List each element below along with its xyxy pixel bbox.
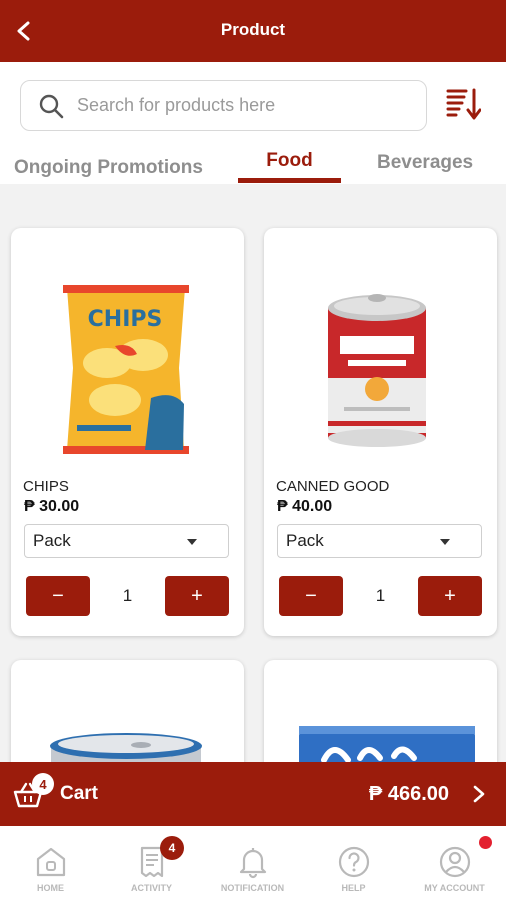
product-name: CANNED GOOD [276, 478, 390, 495]
caret-down-icon [187, 539, 197, 545]
nav-home[interactable]: HOME [0, 826, 101, 900]
unit-select[interactable]: Pack [24, 524, 229, 558]
activity-count-badge: 4 [160, 836, 184, 860]
unit-label: Pack [33, 531, 71, 550]
sort-button[interactable] [443, 84, 483, 124]
tab-food[interactable]: Food [238, 150, 341, 172]
notification-dot [479, 836, 492, 849]
caret-down-icon [440, 539, 450, 545]
unit-label: Pack [286, 531, 324, 550]
quantity-stepper: − 1 + [279, 576, 482, 616]
nav-label: HOME [37, 883, 64, 893]
search-and-tabs: Ongoing Promotions Food Beverages [0, 62, 506, 184]
active-tab-indicator [238, 178, 341, 183]
help-icon [336, 844, 372, 880]
bell-icon [235, 844, 271, 880]
decrement-button[interactable]: − [26, 576, 90, 616]
bottom-navigation: HOME ACTIVITY 4 NOTIFICATION HELP MY ACC… [0, 826, 506, 900]
nav-activity[interactable]: ACTIVITY [101, 826, 202, 900]
app-header: Product [0, 0, 506, 62]
search-icon [37, 92, 65, 120]
product-name: CHIPS [23, 478, 69, 495]
account-icon [437, 844, 473, 880]
sort-icon [446, 88, 481, 120]
quantity-stepper: − 1 + [26, 576, 229, 616]
cart-count-badge: 4 [32, 773, 54, 795]
nav-label: MY ACCOUNT [424, 883, 485, 893]
cart-label: Cart [60, 783, 99, 804]
canned-good-icon [328, 294, 426, 447]
svg-text:CHIPS: CHIPS [88, 307, 163, 332]
product-price: ₱ 40.00 [277, 498, 333, 515]
nav-help[interactable]: HELP [303, 826, 404, 900]
page-title: Product [220, 20, 286, 39]
nav-label: NOTIFICATION [220, 883, 285, 893]
decrement-button[interactable]: − [279, 576, 343, 616]
chevron-right-icon [473, 785, 485, 803]
cart-bar[interactable]: 4 Cart ₱ 466.00 [0, 762, 506, 826]
tab-beverages[interactable]: Beverages [377, 152, 473, 174]
increment-button[interactable]: + [418, 576, 482, 616]
tab-ongoing-promotions[interactable]: Ongoing Promotions [14, 157, 203, 179]
product-card[interactable]: CHIPS CHIPS ₱ 30.00 Pack − 1 + [11, 228, 244, 636]
product-card[interactable]: CANNED GOOD ₱ 40.00 Pack − 1 + [264, 228, 497, 636]
nav-label: HELP [341, 883, 366, 893]
chips-bag-icon: CHIPS [63, 285, 189, 454]
search-box[interactable] [20, 80, 427, 131]
product-price: ₱ 30.00 [24, 498, 80, 515]
nav-label: ACTIVITY [130, 883, 172, 893]
quantity-value[interactable]: 1 [90, 576, 165, 616]
increment-button[interactable]: + [165, 576, 229, 616]
search-input[interactable] [77, 95, 407, 116]
unit-select[interactable]: Pack [277, 524, 482, 558]
home-icon [33, 844, 69, 880]
quantity-value[interactable]: 1 [343, 576, 418, 616]
cart-total: ₱ 466.00 [368, 783, 449, 805]
nav-notification[interactable]: NOTIFICATION [202, 826, 303, 900]
